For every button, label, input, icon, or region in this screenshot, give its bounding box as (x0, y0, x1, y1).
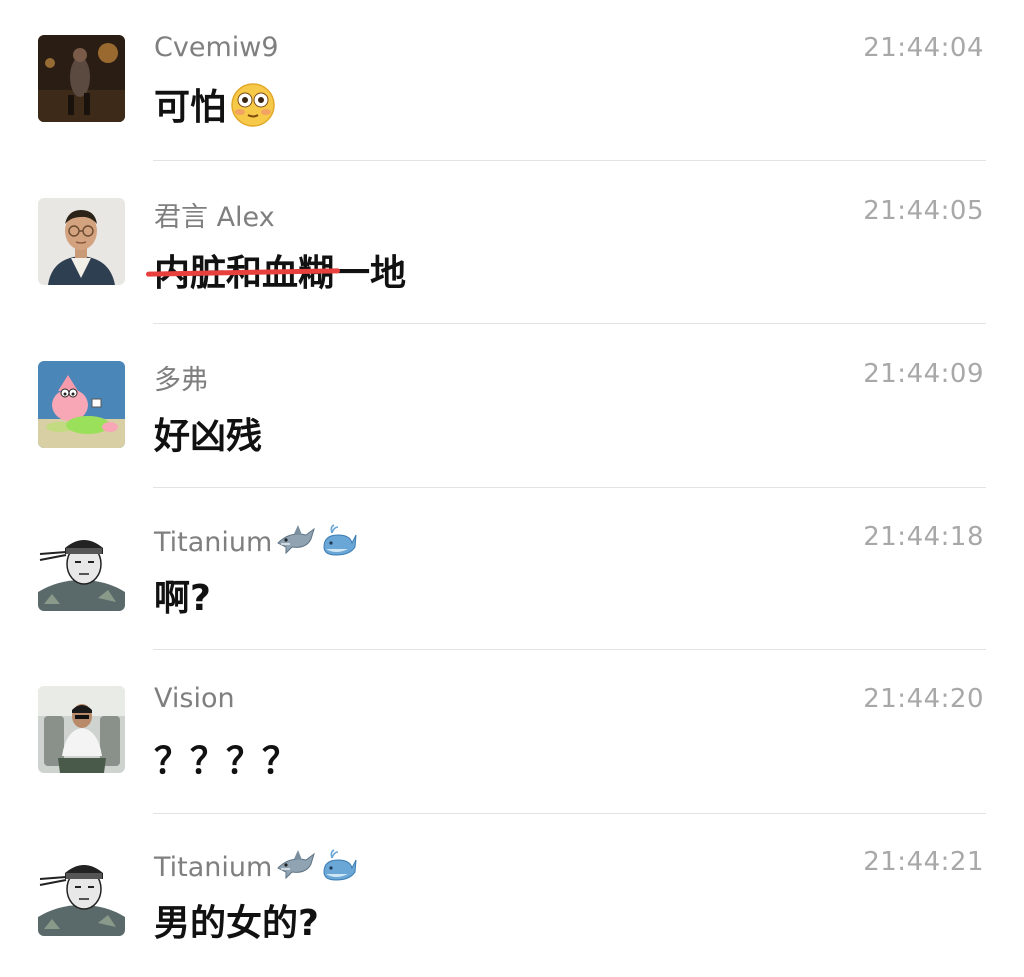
chat-message-list: Cvemiw9 21:44:04 可怕 君言 Alex 21:44:05 内脏和… (0, 0, 1024, 959)
avatar-image (38, 686, 125, 773)
sender-name[interactable]: 多弗 (154, 358, 208, 397)
avatar-image (38, 35, 125, 122)
message-text[interactable]: 可怕 (154, 78, 276, 137)
shark-icon (276, 848, 316, 889)
divider (153, 487, 986, 488)
avatar[interactable] (38, 198, 125, 285)
message-text-content: 男的女的? (154, 903, 319, 944)
struck-through-text: 内脏和血糊 (145, 244, 341, 296)
avatar[interactable] (38, 849, 125, 936)
flushed-face-icon (230, 82, 276, 137)
message-text-content: 啊? (154, 578, 211, 619)
message-text-content: ？？？？ (154, 741, 299, 782)
sender-name-text: Titanium (154, 852, 273, 883)
shark-icon (276, 523, 316, 564)
avatar-image (38, 361, 125, 448)
avatar[interactable] (38, 35, 125, 122)
sender-name[interactable]: Cvemiw9 (154, 32, 279, 63)
avatar[interactable] (38, 361, 125, 448)
list-item[interactable]: Cvemiw9 21:44:04 可怕 (0, 0, 1024, 163)
whale-icon (320, 846, 358, 891)
list-item[interactable]: 君言 Alex 21:44:05 内脏和血糊 一地 (0, 163, 1024, 326)
message-timestamp: 21:44:20 (863, 684, 984, 714)
list-item[interactable]: Vision 21:44:20 ？？？？ (0, 651, 1024, 814)
message-timestamp: 21:44:18 (863, 522, 984, 552)
sender-name[interactable]: Titanium (154, 846, 358, 891)
divider (153, 160, 986, 161)
message-text-content: 一地 (334, 253, 407, 294)
avatar[interactable] (38, 686, 125, 773)
message-text[interactable]: 啊? (154, 569, 211, 621)
sender-name[interactable]: Titanium (154, 521, 358, 566)
message-text-content: 可怕 (154, 87, 227, 128)
sender-name[interactable]: Vision (154, 683, 235, 714)
message-text[interactable]: 男的女的? (154, 894, 319, 946)
message-timestamp: 21:44:05 (863, 196, 984, 226)
sender-name-text: Titanium (154, 527, 273, 558)
message-timestamp: 21:44:04 (863, 33, 984, 63)
divider (153, 649, 986, 650)
divider (153, 323, 986, 324)
avatar[interactable] (38, 524, 125, 611)
list-item[interactable]: Titanium 21:44:18 啊? (0, 489, 1024, 652)
message-text[interactable]: 内脏和血糊 一地 (145, 244, 407, 296)
list-item[interactable]: Titanium 21:44:21 男的女的? (0, 814, 1024, 977)
avatar-image (38, 849, 125, 936)
sender-name[interactable]: 君言 Alex (154, 195, 275, 234)
avatar-image (38, 524, 125, 611)
message-text-content: 好凶残 (154, 416, 263, 457)
message-text[interactable]: ？？？？ (154, 732, 298, 784)
list-item[interactable]: 多弗 21:44:09 好凶残 (0, 326, 1024, 489)
whale-icon (320, 521, 358, 566)
message-timestamp: 21:44:21 (863, 847, 984, 877)
message-text[interactable]: 好凶残 (154, 407, 262, 459)
avatar-image (38, 198, 125, 285)
message-timestamp: 21:44:09 (863, 359, 984, 389)
